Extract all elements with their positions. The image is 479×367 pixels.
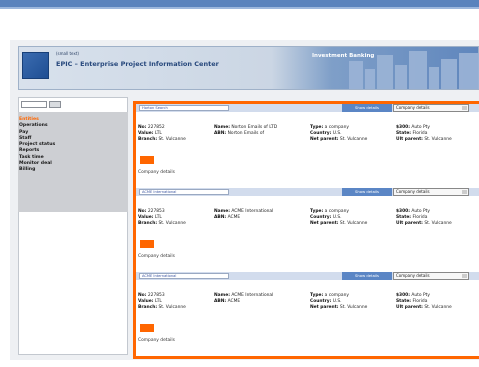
chevron-down-icon bbox=[462, 106, 467, 110]
sidebar-nav: Entities Operations Pay Staff Project st… bbox=[19, 117, 55, 174]
field-value: St. Vulcanne bbox=[424, 221, 452, 226]
card-header: Horton Search Show details Company detai… bbox=[136, 104, 479, 112]
sidebar-item-billing[interactable]: Billing bbox=[19, 167, 55, 173]
field-label: Net parent: bbox=[310, 137, 339, 142]
company-search-input[interactable]: ACME International bbox=[139, 273, 229, 279]
view-select[interactable]: Company details bbox=[393, 188, 469, 196]
field-value: St. Vulcanne bbox=[339, 137, 368, 142]
field-value: St. Vulcanne bbox=[339, 305, 368, 310]
chevron-down-icon bbox=[462, 190, 467, 194]
field-label: Branch: bbox=[138, 221, 158, 226]
show-details-button[interactable]: Show details bbox=[342, 188, 392, 196]
field-label: Branch: bbox=[138, 305, 158, 310]
entity-card: Horton Search Show details Company detai… bbox=[136, 104, 479, 184]
banner-label: Investment Banking bbox=[312, 53, 375, 59]
field-value: St. Vulcanne bbox=[158, 137, 186, 142]
entity-card: ACME International Show details Company … bbox=[136, 272, 479, 352]
card-header: ACME International Show details Company … bbox=[136, 188, 479, 196]
view-select-value: Company details bbox=[396, 189, 430, 194]
company-logo bbox=[22, 52, 49, 79]
field-value: St. Vulcanne bbox=[339, 221, 368, 226]
company-search-input[interactable]: Horton Search bbox=[139, 105, 229, 111]
edit-button[interactable] bbox=[140, 324, 154, 332]
view-select-value: Company details bbox=[396, 273, 430, 278]
field-label: Ult parent: bbox=[396, 137, 423, 142]
field-label: Ult parent: bbox=[396, 221, 423, 226]
company-details-link[interactable]: Company details bbox=[138, 254, 175, 259]
search-button[interactable] bbox=[49, 101, 61, 108]
chevron-down-icon bbox=[462, 274, 467, 278]
top-rule bbox=[0, 0, 479, 7]
field-value: St. Vulcanne bbox=[158, 221, 186, 226]
view-select[interactable]: Company details bbox=[393, 272, 469, 280]
company-search-input[interactable]: ACME International bbox=[139, 189, 229, 195]
edit-button[interactable] bbox=[140, 240, 154, 248]
entity-card: ACME International Show details Company … bbox=[136, 188, 479, 268]
company-details-link[interactable]: Company details bbox=[138, 170, 175, 175]
logo-subtitle: (small text) bbox=[56, 51, 79, 56]
card-header: ACME International Show details Company … bbox=[136, 272, 479, 280]
field-label: Ult parent: bbox=[396, 305, 423, 310]
header-banner bbox=[18, 46, 479, 90]
company-details-link[interactable]: Company details bbox=[138, 338, 175, 343]
top-rule-accent bbox=[0, 7, 479, 9]
field-value: St. Vulcanne bbox=[424, 305, 452, 310]
field-label: Branch: bbox=[138, 137, 158, 142]
show-details-button[interactable]: Show details bbox=[342, 104, 392, 112]
field-value: St. Vulcanne bbox=[158, 305, 186, 310]
view-select[interactable]: Company details bbox=[393, 104, 469, 112]
field-label: Net parent: bbox=[310, 221, 339, 226]
show-details-button[interactable]: Show details bbox=[342, 272, 392, 280]
search-input[interactable] bbox=[21, 101, 47, 108]
edit-button[interactable] bbox=[140, 156, 154, 164]
app-title: EPIC – Enterprise Project Information Ce… bbox=[56, 60, 219, 68]
field-value: St. Vulcanne bbox=[424, 137, 452, 142]
view-select-value: Company details bbox=[396, 105, 430, 110]
field-label: Net parent: bbox=[310, 305, 339, 310]
